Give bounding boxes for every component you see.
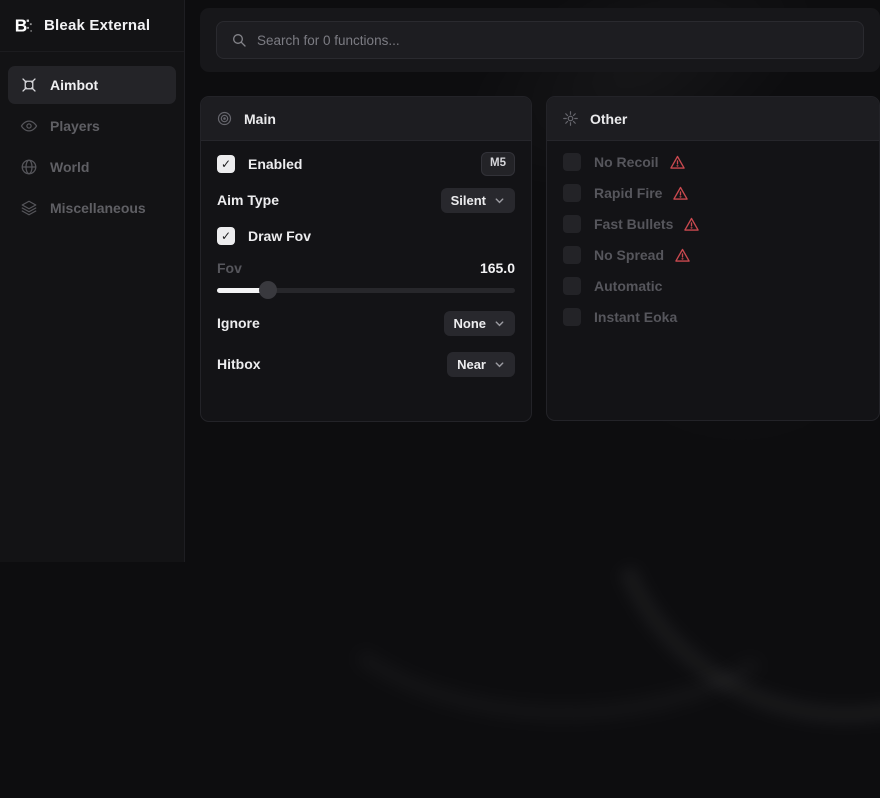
instant-eoka-checkbox[interactable] xyxy=(563,308,581,326)
sidebar-item-label: Aimbot xyxy=(50,77,98,93)
draw-fov-checkbox[interactable]: ✓ xyxy=(217,227,235,245)
draw-fov-row: ✓ Draw Fov xyxy=(217,223,515,249)
other-row-rapid-fire: Rapid Fire xyxy=(563,182,863,204)
instant-eoka-label: Instant Eoka xyxy=(594,309,677,325)
fast-bullets-label: Fast Bullets xyxy=(594,216,673,232)
panel-title: Main xyxy=(244,111,276,127)
ignore-value: None xyxy=(454,317,487,330)
automatic-checkbox[interactable] xyxy=(563,277,581,295)
fast-bullets-checkbox[interactable] xyxy=(563,215,581,233)
warning-icon xyxy=(669,154,686,171)
no-recoil-label: No Recoil xyxy=(594,154,659,170)
sidebar-item-label: Players xyxy=(50,118,100,134)
sidebar-item-label: Miscellaneous xyxy=(50,200,146,216)
panel-other-body: No Recoil Rapid Fire Fast Bullets xyxy=(547,141,879,328)
sidebar-item-miscellaneous[interactable]: Miscellaneous xyxy=(8,189,176,227)
ignore-label: Ignore xyxy=(217,315,260,331)
no-spread-label: No Spread xyxy=(594,247,664,263)
gear-icon xyxy=(562,110,579,127)
sidebar-item-players[interactable]: Players xyxy=(8,107,176,145)
no-spread-checkbox[interactable] xyxy=(563,246,581,264)
other-row-fast-bullets: Fast Bullets xyxy=(563,213,863,235)
enabled-row: ✓ Enabled M5 xyxy=(217,151,515,177)
aim-type-row: Aim Type Silent xyxy=(217,187,515,213)
fov-row: Fov 165.0 xyxy=(217,259,515,277)
panel-other-header: Other xyxy=(547,97,879,141)
hitbox-value: Near xyxy=(457,358,486,371)
hitbox-label: Hitbox xyxy=(217,356,261,372)
rapid-fire-label: Rapid Fire xyxy=(594,185,662,201)
rapid-fire-checkbox[interactable] xyxy=(563,184,581,202)
ignore-select[interactable]: None xyxy=(444,311,516,336)
enabled-checkbox[interactable]: ✓ xyxy=(217,155,235,173)
panel-main: Main ✓ Enabled M5 Aim Type Silent ✓ xyxy=(200,96,532,422)
warning-icon xyxy=(672,185,689,202)
fov-slider-thumb[interactable] xyxy=(259,281,277,299)
automatic-label: Automatic xyxy=(594,278,662,294)
no-recoil-checkbox[interactable] xyxy=(563,153,581,171)
fov-label: Fov xyxy=(217,260,242,276)
check-icon: ✓ xyxy=(221,158,231,170)
target-icon xyxy=(216,110,233,127)
aim-type-value: Silent xyxy=(451,194,486,207)
sidebar: B Bleak External Aimbot xyxy=(0,0,185,562)
ignore-row: Ignore None xyxy=(217,310,515,336)
other-row-no-recoil: No Recoil xyxy=(563,151,863,173)
sidebar-nav: Aimbot Players World xyxy=(0,52,184,244)
app-title: Bleak External xyxy=(44,17,150,34)
hitbox-row: Hitbox Near xyxy=(217,351,515,377)
fov-value: 165.0 xyxy=(480,260,515,276)
crosshair-icon xyxy=(20,76,38,94)
draw-fov-label: Draw Fov xyxy=(248,228,311,244)
chevron-down-icon xyxy=(494,359,505,370)
search-panel: Search for 0 functions... xyxy=(200,8,880,72)
search-icon xyxy=(231,32,247,48)
app-logo: B Bleak External xyxy=(0,0,184,52)
aim-type-select[interactable]: Silent xyxy=(441,188,515,213)
search-placeholder: Search for 0 functions... xyxy=(257,33,400,48)
sidebar-item-world[interactable]: World xyxy=(8,148,176,186)
sidebar-item-aimbot[interactable]: Aimbot xyxy=(8,66,176,104)
panel-main-body: ✓ Enabled M5 Aim Type Silent ✓ Draw Fov … xyxy=(201,141,531,377)
chevron-down-icon xyxy=(494,318,505,329)
layers-icon xyxy=(20,199,38,217)
enabled-label: Enabled xyxy=(248,156,302,172)
keybind-button[interactable]: M5 xyxy=(481,152,515,176)
app-logo-icon: B xyxy=(12,15,34,37)
warning-icon xyxy=(674,247,691,264)
fov-slider[interactable] xyxy=(217,281,515,299)
chevron-down-icon xyxy=(494,195,505,206)
hitbox-select[interactable]: Near xyxy=(447,352,515,377)
globe-icon xyxy=(20,158,38,176)
search-input[interactable]: Search for 0 functions... xyxy=(216,21,864,59)
svg-text:B: B xyxy=(15,15,28,35)
eye-icon xyxy=(20,117,38,135)
panel-main-header: Main xyxy=(201,97,531,141)
other-row-automatic: Automatic xyxy=(563,275,863,297)
panel-title: Other xyxy=(590,111,627,127)
warning-icon xyxy=(683,216,700,233)
aim-type-label: Aim Type xyxy=(217,192,279,208)
check-icon: ✓ xyxy=(221,230,231,242)
background-smoke xyxy=(297,415,822,724)
panel-other: Other No Recoil Rapid Fire Fast Bullets xyxy=(546,96,880,421)
sidebar-item-label: World xyxy=(50,159,89,175)
other-row-no-spread: No Spread xyxy=(563,244,863,266)
other-row-instant-eoka: Instant Eoka xyxy=(563,306,863,328)
